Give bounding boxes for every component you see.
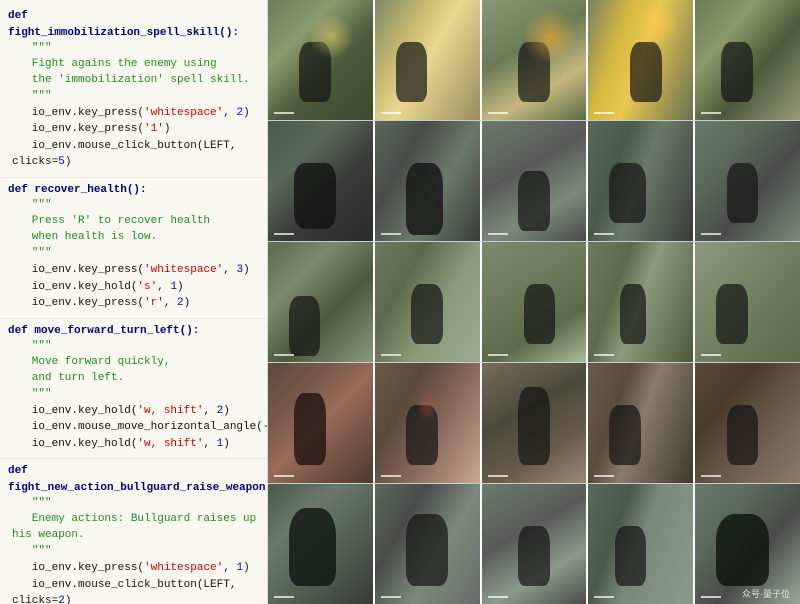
- game-screenshot-4-5: [695, 363, 800, 483]
- docstring-1: """ Fight agains the enemy using the 'im…: [12, 41, 259, 105]
- image-row-3: [268, 242, 800, 363]
- code-body-2: io_env.key_press('whitespace', 3) io_env…: [12, 262, 259, 312]
- game-screenshot-2-1: [268, 121, 375, 241]
- game-screenshot-1-4: [588, 0, 695, 120]
- game-screenshot-1-2: [375, 0, 482, 120]
- docstring-2: """ Press 'R' to recover health when hea…: [12, 198, 259, 262]
- game-screenshot-5-4: [588, 484, 695, 604]
- code-block-2: def recover_health(): """ Press 'R' to r…: [0, 178, 267, 319]
- code-block-3: def move_forward_turn_left(): """ Move f…: [0, 319, 267, 460]
- images-panel: 众号·量子位: [268, 0, 800, 604]
- game-screenshot-2-2: [375, 121, 482, 241]
- game-screenshot-4-3: [482, 363, 589, 483]
- docstring-4: """ Enemy actions: Bullguard raises up h…: [12, 496, 259, 560]
- game-screenshot-5-3: [482, 484, 589, 604]
- game-screenshot-3-4: [588, 242, 695, 362]
- docstring-3: """ Move forward quickly, and turn left.…: [12, 339, 259, 403]
- game-screenshot-3-5: [695, 242, 800, 362]
- def-line-2: def recover_health():: [8, 182, 259, 199]
- code-body-4: io_env.key_press('whitespace', 1) io_env…: [12, 560, 259, 604]
- image-row-4: [268, 363, 800, 484]
- image-row-1: [268, 0, 800, 121]
- game-screenshot-4-2: [375, 363, 482, 483]
- image-row-5: 众号·量子位: [268, 484, 800, 604]
- def-line-4: def fight_new_action_bullguard_raise_wea…: [8, 463, 259, 496]
- game-screenshot-4-1: [268, 363, 375, 483]
- def-line-3: def move_forward_turn_left():: [8, 323, 259, 340]
- game-screenshot-2-3: [482, 121, 589, 241]
- game-screenshot-5-1: [268, 484, 375, 604]
- game-screenshot-1-1: [268, 0, 375, 120]
- game-screenshot-2-5: [695, 121, 800, 241]
- code-block-4: def fight_new_action_bullguard_raise_wea…: [0, 459, 267, 604]
- image-row-2: [268, 121, 800, 242]
- code-body-1: io_env.key_press('whitespace', 2) io_env…: [12, 105, 259, 171]
- watermark: 众号·量子位: [742, 587, 790, 600]
- def-line-1: def fight_immobilization_spell_skill():: [8, 8, 259, 41]
- game-screenshot-4-4: [588, 363, 695, 483]
- game-screenshot-5-2: [375, 484, 482, 604]
- game-screenshot-1-3: [482, 0, 589, 120]
- game-screenshot-3-3: [482, 242, 589, 362]
- code-block-1: def fight_immobilization_spell_skill(): …: [0, 4, 267, 178]
- game-screenshot-3-2: [375, 242, 482, 362]
- code-panel: def fight_immobilization_spell_skill(): …: [0, 0, 268, 604]
- game-screenshot-5-5: 众号·量子位: [695, 484, 800, 604]
- code-body-3: io_env.key_hold('w, shift', 2) io_env.mo…: [12, 403, 259, 453]
- game-screenshot-1-5: [695, 0, 800, 120]
- game-screenshot-3-1: [268, 242, 375, 362]
- game-screenshot-2-4: [588, 121, 695, 241]
